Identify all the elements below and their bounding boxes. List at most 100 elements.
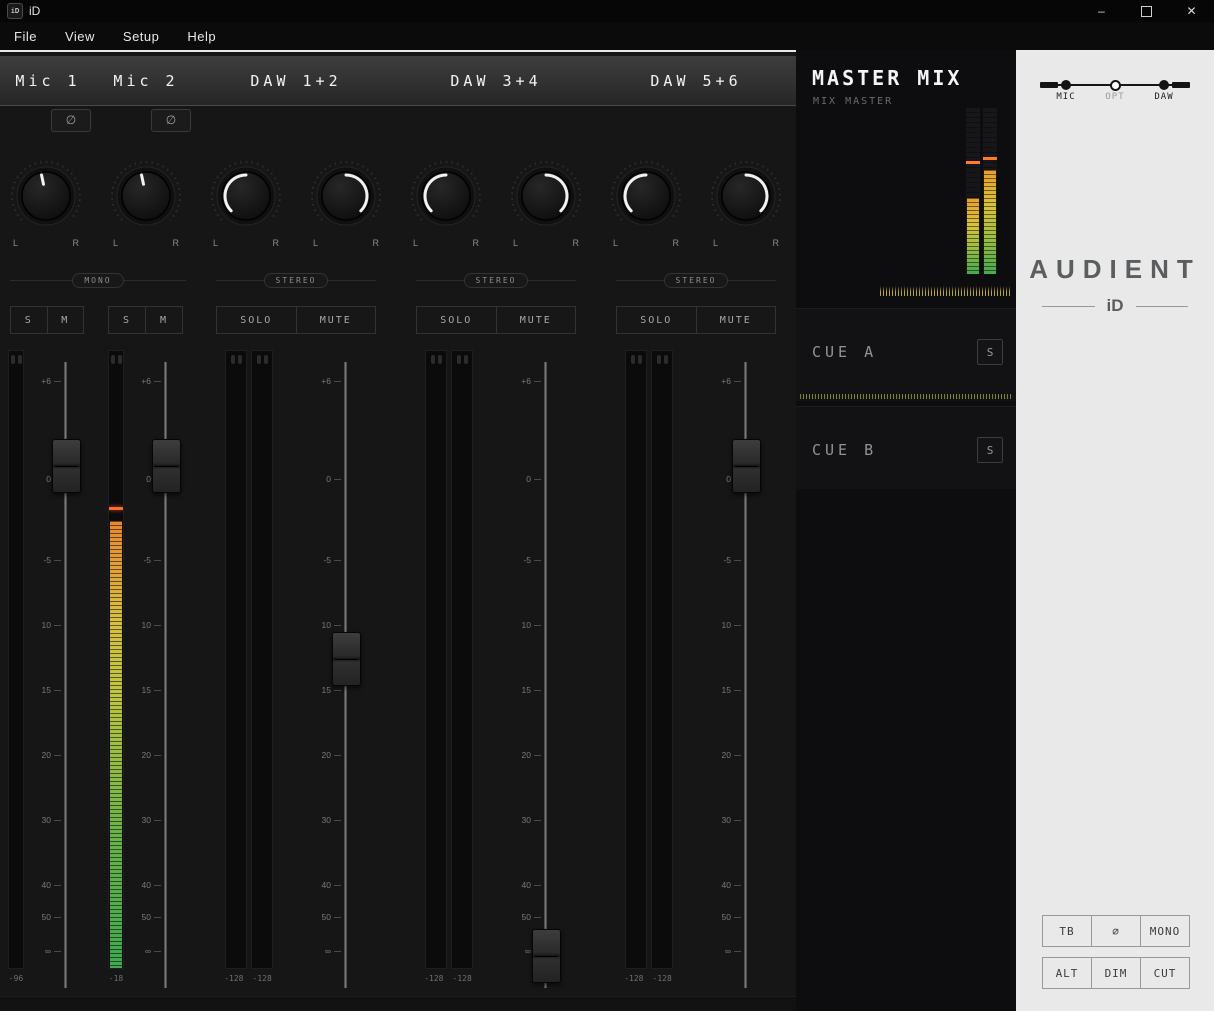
scale-tick	[154, 950, 161, 952]
stereo-link-button[interactable]: STEREO	[263, 272, 329, 288]
phase-invert-button[interactable]: ∅	[51, 109, 91, 132]
solo-button[interactable]: SOLO	[416, 306, 497, 334]
solo-button[interactable]: SOLO	[216, 306, 297, 334]
channel-daw34: DAW 3+4 L R L R STEREO SOLO MUTE -128 -1…	[396, 50, 597, 1011]
scale-label: 50	[321, 912, 331, 922]
mute-button[interactable]: MUTE	[496, 306, 576, 334]
minimize-button[interactable]: –	[1079, 0, 1124, 22]
solo-button[interactable]: SOLO	[616, 306, 697, 334]
knob-graphic	[511, 161, 581, 226]
meter-fill	[984, 170, 996, 274]
pan-knob-right[interactable]: L R	[508, 158, 584, 250]
phase-invert-button[interactable]: ∅	[151, 109, 191, 132]
menu-setup[interactable]: Setup	[109, 22, 173, 50]
master-meter-left	[966, 108, 980, 274]
knob-graphic	[11, 161, 81, 226]
scale-tick	[334, 916, 341, 918]
scale-label: ∞	[724, 946, 731, 956]
daw-source-dot[interactable]	[1159, 80, 1169, 90]
stereo-link-button[interactable]: STEREO	[663, 272, 729, 288]
fader-handle[interactable]	[52, 439, 81, 493]
scale-tick	[734, 916, 741, 918]
monitor-source-selector[interactable]	[1040, 78, 1190, 92]
scale-label: 30	[521, 815, 531, 825]
dim-button[interactable]: DIM	[1092, 957, 1141, 989]
monitor-buttons-row1: TB ∅ MONO	[1042, 915, 1190, 947]
meter-peak	[983, 157, 997, 160]
menu-file[interactable]: File	[0, 22, 51, 50]
menu-help[interactable]: Help	[173, 22, 230, 50]
scale-label: -5	[143, 555, 151, 565]
app-icon: iD	[7, 3, 23, 19]
channel-mic1: Mic 1 ∅ L R S M -96 +6 0 -5 10 15 20 30 …	[0, 50, 97, 1011]
scale-tick	[54, 624, 61, 626]
monitor-panel: MIC OPT DAW AUDIENT iD TB ∅ MONO ALT DIM…	[1016, 50, 1214, 1011]
scale-label: 20	[321, 750, 331, 760]
scale-tick	[154, 819, 161, 821]
mute-button[interactable]: M	[146, 306, 183, 334]
mic-source-dot[interactable]	[1061, 80, 1071, 90]
scale-label: 15	[321, 685, 331, 695]
cue-a-solo-button[interactable]: S	[977, 339, 1003, 365]
fader-handle[interactable]	[532, 929, 561, 983]
stereo-link-control: STEREO	[416, 271, 576, 289]
pan-knob[interactable]: L R	[8, 158, 84, 250]
scale-label: +6	[41, 376, 51, 386]
pan-knob[interactable]: L R	[108, 158, 184, 250]
scale-label: 20	[521, 750, 531, 760]
scale-tick	[334, 754, 341, 756]
scale-tick	[54, 559, 61, 561]
scale-label: +6	[721, 376, 731, 386]
close-button[interactable]: ✕	[1169, 0, 1214, 22]
stereo-link-button[interactable]: STEREO	[463, 272, 529, 288]
pan-knob-right[interactable]: L R	[308, 158, 384, 250]
knob-graphic	[711, 161, 781, 226]
mono-button[interactable]: MONO	[1141, 915, 1190, 947]
scale-tick	[734, 754, 741, 756]
maximize-icon	[1141, 5, 1152, 17]
pan-knob-left[interactable]: L R	[608, 158, 684, 250]
fader-handle[interactable]	[332, 632, 361, 686]
alt-speaker-button[interactable]: ALT	[1042, 957, 1092, 989]
talkback-button[interactable]: TB	[1042, 915, 1092, 947]
scale-tick	[334, 624, 341, 626]
selector-end-right	[1172, 82, 1190, 88]
window-title: iD	[29, 4, 41, 18]
opt-label: OPT	[1105, 92, 1125, 102]
id-logo: iD	[1106, 296, 1124, 315]
cut-button[interactable]: CUT	[1141, 957, 1190, 989]
fader-handle[interactable]	[152, 439, 181, 493]
mono-link-button[interactable]: MONO	[72, 272, 124, 288]
solo-button[interactable]: S	[10, 306, 48, 334]
cue-b-solo-button[interactable]: S	[977, 437, 1003, 463]
scale-label: 15	[141, 685, 151, 695]
pan-knob-left[interactable]: L R	[208, 158, 284, 250]
mute-button[interactable]: MUTE	[296, 306, 376, 334]
solo-button[interactable]: S	[108, 306, 146, 334]
scale-label: 10	[141, 620, 151, 630]
meter-bar-right	[451, 350, 473, 969]
app-window: iD iD – ✕ File View Setup Help Mic 1 ∅ L…	[0, 0, 1214, 1011]
scale-tick	[334, 819, 341, 821]
selector-end-left	[1040, 82, 1058, 88]
knob-graphic	[611, 161, 681, 226]
pan-right-label: R	[72, 238, 80, 248]
polarity-button[interactable]: ∅	[1092, 915, 1141, 947]
menu-view[interactable]: View	[51, 22, 109, 50]
mute-button[interactable]: M	[47, 306, 84, 334]
pan-knob-right[interactable]: L R	[708, 158, 784, 250]
fader-track[interactable]	[544, 362, 547, 988]
monitor-buttons-row2: ALT DIM CUT	[1042, 957, 1190, 989]
scale-label: ∞	[44, 946, 51, 956]
maximize-button[interactable]	[1124, 0, 1169, 22]
channel-fader: +6 0 -5 10 15 20 30 40 50 ∞	[293, 350, 363, 998]
scale-label: 10	[521, 620, 531, 630]
pan-knob-left[interactable]: L R	[408, 158, 484, 250]
fader-handle[interactable]	[732, 439, 761, 493]
channel-title: Mic 2	[96, 56, 196, 106]
pan-right-label: R	[272, 238, 280, 248]
mute-button[interactable]: MUTE	[696, 306, 776, 334]
channel-fader: +6 0 -5 10 15 20 30 40 50 ∞	[13, 350, 83, 998]
scale-tick	[154, 916, 161, 918]
opt-source-dot[interactable]	[1110, 79, 1121, 91]
